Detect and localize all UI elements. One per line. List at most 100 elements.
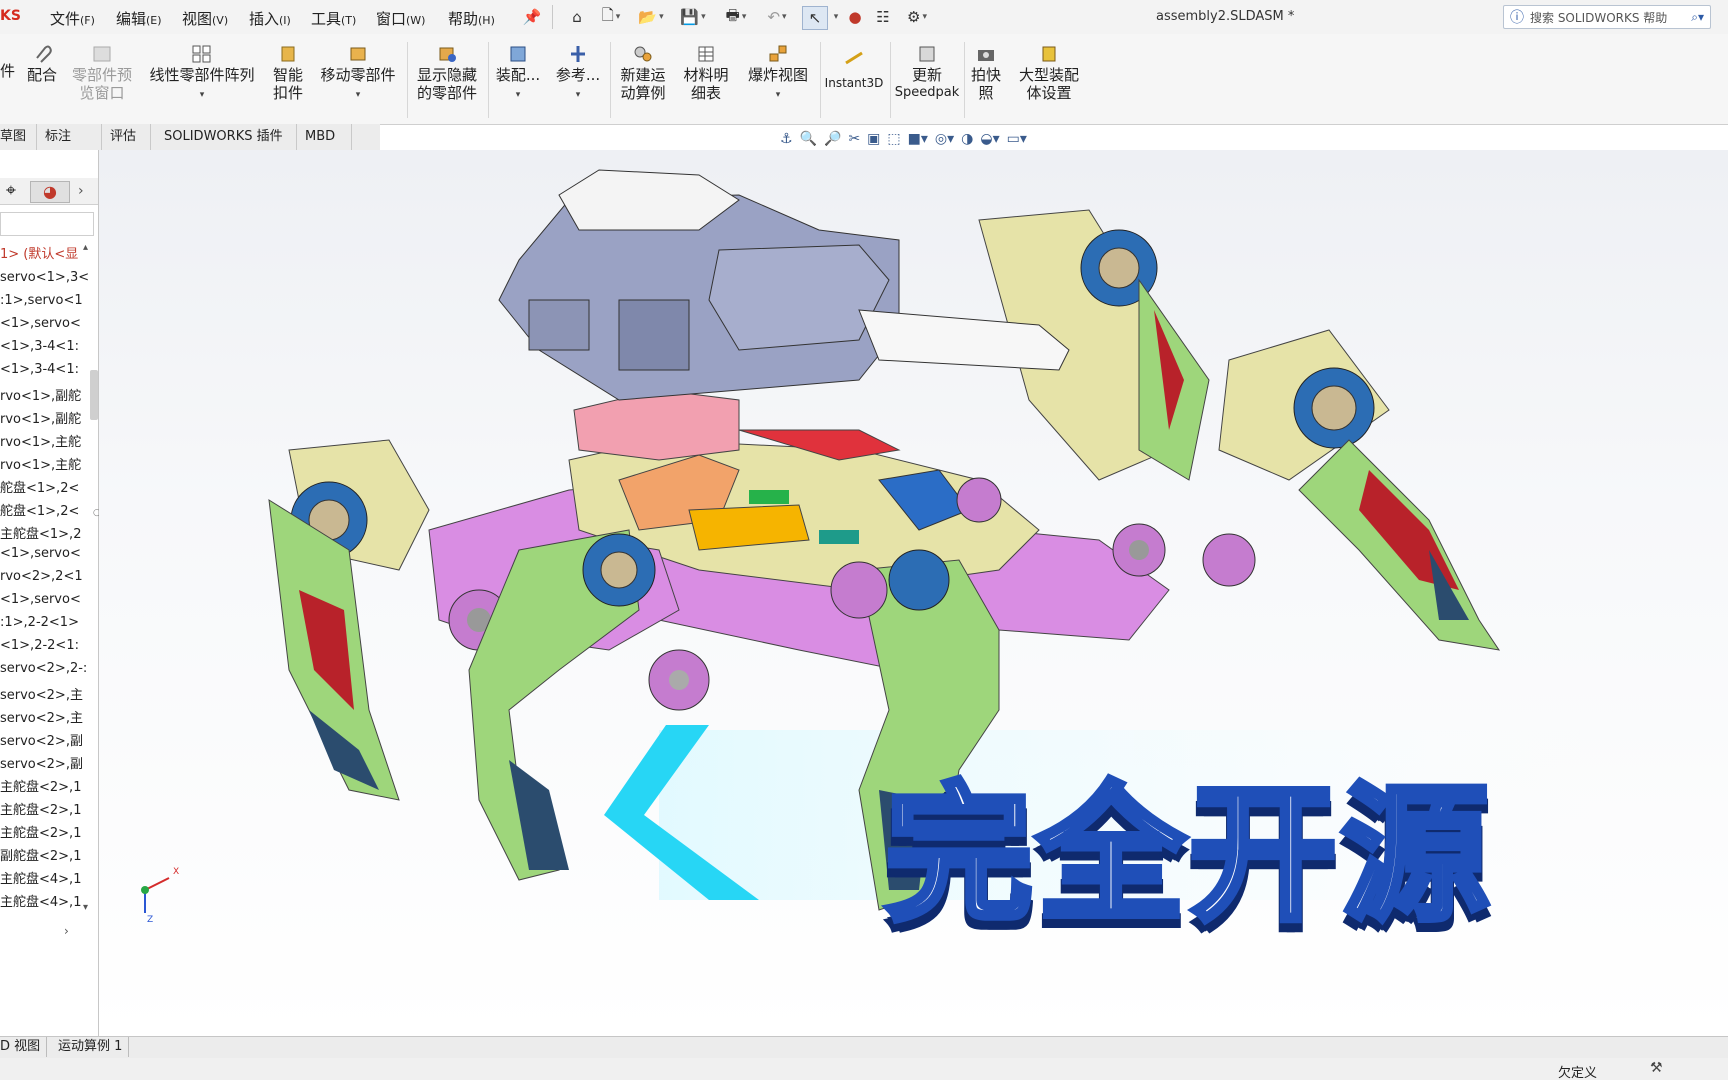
print-icon[interactable]: 🖶 ▾ bbox=[718, 6, 754, 28]
ribbon-new-motion-study-button[interactable]: 新建运动算例 bbox=[612, 44, 674, 102]
menu-view[interactable]: 视图(V) bbox=[182, 8, 228, 29]
tree-item[interactable]: 主舵盘<2>,1 bbox=[0, 776, 90, 795]
tree-item[interactable]: 主舵盘<4>,1 bbox=[0, 891, 90, 910]
chevron-down-icon[interactable]: ▾ bbox=[830, 6, 840, 28]
help-search-input[interactable]: ⓘ 搜索 SOLIDWORKS 帮助 ⌕▾ bbox=[1503, 5, 1711, 29]
apply-scene-icon[interactable]: ◒▾ bbox=[980, 131, 999, 147]
tab-mbd[interactable]: MBD bbox=[297, 124, 352, 150]
rebuild-status-icon[interactable]: ⚒ bbox=[1650, 1060, 1663, 1076]
tree-item[interactable]: <1>,servo< bbox=[0, 592, 90, 607]
hide-show-items-icon[interactable]: ◎▾ bbox=[935, 131, 954, 147]
ribbon-bill-of-materials-button[interactable]: 材料明细表 bbox=[677, 44, 735, 102]
tree-item[interactable]: servo<2>,主 bbox=[0, 707, 90, 726]
tree-item[interactable]: 主舵盘<4>,1 bbox=[0, 868, 90, 887]
rebuild-traffic-light-icon[interactable]: ● bbox=[846, 6, 864, 28]
dynamic-annotation-icon[interactable]: ▣ bbox=[867, 131, 880, 147]
tab-motion-study-1[interactable]: 运动算例 1 bbox=[52, 1037, 130, 1057]
tree-item[interactable]: servo<1>,3<1 bbox=[0, 270, 90, 285]
heads-up-view-toolbar: ⚓ 🔍 🔎 ✂ ▣ ⬚ ■▾ ◎▾ ◑ ◒▾ ▭▾ bbox=[780, 128, 1027, 150]
new-document-icon[interactable]: 🗋 ▾ bbox=[596, 6, 626, 28]
tree-item[interactable]: servo<2>,主 bbox=[0, 684, 90, 703]
tree-item[interactable]: rvo<1>,副舵 bbox=[0, 385, 90, 404]
ribbon-mate-button[interactable]: 配合 bbox=[20, 44, 64, 84]
menu-insert[interactable]: 插入(I) bbox=[249, 8, 291, 29]
tree-item[interactable]: 主舵盘<1>,2 bbox=[0, 523, 90, 542]
undo-icon[interactable]: ↶ ▾ bbox=[762, 6, 792, 28]
tree-item[interactable]: servo<2>,副 bbox=[0, 753, 90, 772]
ribbon-exploded-view-button[interactable]: 爆炸视图 ▾ bbox=[739, 44, 817, 104]
tree-item[interactable]: rvo<1>,副舵 bbox=[0, 408, 90, 427]
tab-markup[interactable]: 标注 bbox=[37, 124, 102, 150]
options-gear-icon[interactable]: ⚙ ▾ bbox=[900, 6, 934, 28]
ribbon-snapshot-button[interactable]: 拍快照 bbox=[966, 44, 1006, 102]
ribbon-instant3d-button[interactable]: Instant3D bbox=[822, 48, 886, 92]
tab-solidworks-addins[interactable]: SOLIDWORKS 插件 bbox=[156, 124, 297, 150]
config-manager-crosshair-icon[interactable]: ⌖ bbox=[0, 181, 22, 201]
display-style-icon[interactable]: ■▾ bbox=[908, 131, 928, 147]
menu-tools[interactable]: 工具(T) bbox=[311, 8, 356, 29]
ribbon-show-hidden-components-button[interactable]: 显示隐藏的零部件 bbox=[410, 44, 484, 102]
tree-item[interactable]: :1>,servo<1 bbox=[0, 293, 90, 308]
tree-item[interactable]: <1>,servo< bbox=[0, 546, 90, 561]
menu-help[interactable]: 帮助(H) bbox=[448, 8, 495, 29]
tree-item[interactable]: <1>,2-2<1: bbox=[0, 638, 90, 653]
tree-item[interactable]: :1>,2-2<1> bbox=[0, 615, 90, 630]
menu-edit[interactable]: 编辑(E) bbox=[116, 8, 162, 29]
tree-filter-input[interactable] bbox=[0, 212, 94, 236]
select-pointer-icon[interactable]: ↖ bbox=[802, 6, 828, 30]
tree-item[interactable]: 舵盘<1>,2< bbox=[0, 500, 90, 519]
previous-view-icon[interactable]: 🔎 bbox=[824, 131, 841, 147]
menu-file[interactable]: 文件(F) bbox=[50, 8, 95, 29]
tree-root-assembly[interactable]: 1> (默认<显 bbox=[0, 243, 86, 262]
tree-item[interactable]: rvo<2>,2<1 bbox=[0, 569, 90, 584]
tree-item[interactable]: 舵盘<1>,2< bbox=[0, 477, 90, 496]
scroll-down-arrow-icon[interactable]: ▾ bbox=[83, 902, 88, 913]
preview-window-icon bbox=[93, 46, 111, 62]
ribbon-smart-fasteners-button[interactable]: 智能扣件 bbox=[268, 44, 308, 102]
view-orientation-icon[interactable]: ⬚ bbox=[887, 131, 900, 147]
tree-item[interactable]: rvo<1>,主舵 bbox=[0, 431, 90, 450]
ribbon-insert-components-button[interactable]: 件 bbox=[0, 62, 15, 80]
section-view-icon[interactable]: ✂ bbox=[848, 131, 860, 147]
turret-gun[interactable] bbox=[498, 169, 1070, 461]
ribbon-update-speedpak-button[interactable]: 更新 Speedpak bbox=[892, 44, 962, 102]
tree-item[interactable]: 主舵盘<2>,1 bbox=[0, 822, 90, 841]
tree-item[interactable]: 主舵盘<2>,1 bbox=[0, 799, 90, 818]
menu-window[interactable]: 窗口(W) bbox=[376, 8, 425, 29]
display-manager-pie-icon[interactable]: ◕ bbox=[30, 181, 70, 203]
scroll-up-arrow-icon[interactable]: ▴ bbox=[83, 242, 88, 253]
ribbon-linear-pattern-button[interactable]: 线性零部件阵列 ▾ bbox=[143, 44, 261, 104]
right-front-leg[interactable] bbox=[1218, 329, 1501, 651]
file-properties-icon[interactable]: ☷ bbox=[872, 6, 894, 28]
scroll-right-arrow-icon[interactable]: › bbox=[64, 924, 69, 938]
tree-item[interactable]: servo<2>,副 bbox=[0, 730, 90, 749]
tree-item[interactable]: <1>,3-4<1: bbox=[0, 339, 90, 354]
question-icon[interactable]: ⓘ bbox=[1510, 7, 1524, 27]
home-icon[interactable]: ⌂ bbox=[566, 6, 588, 28]
zoom-to-fit-icon[interactable]: ⚓ bbox=[780, 131, 793, 147]
tree-item[interactable]: <1>,3-4<1: bbox=[0, 362, 90, 377]
ribbon-large-assembly-settings-button[interactable]: 大型装配体设置 bbox=[1010, 44, 1088, 102]
panel-expand-chevron-icon[interactable]: › bbox=[78, 181, 92, 201]
ribbon-component-preview-button[interactable]: 零部件预览窗口 bbox=[66, 44, 138, 102]
search-icon[interactable]: ⌕▾ bbox=[1691, 10, 1704, 25]
tab-3d-view[interactable]: D 视图 bbox=[0, 1037, 48, 1057]
zoom-to-area-icon[interactable]: 🔍 bbox=[800, 131, 817, 147]
tree-item[interactable]: servo<2>,2-: bbox=[0, 661, 90, 676]
tab-evaluate[interactable]: 评估 bbox=[102, 124, 151, 150]
edit-appearance-icon[interactable]: ◑ bbox=[961, 131, 973, 147]
tab-sketch[interactable]: 草图 bbox=[0, 124, 37, 150]
svg-text:Z: Z bbox=[147, 915, 153, 925]
ribbon-reference-geometry-button[interactable]: 参考... ▾ bbox=[550, 44, 606, 104]
tree-item[interactable]: rvo<1>,主舵 bbox=[0, 454, 90, 473]
view-settings-icon[interactable]: ▭▾ bbox=[1007, 131, 1027, 147]
tree-item[interactable]: <1>,servo< bbox=[0, 316, 90, 331]
save-icon[interactable]: 💾 ▾ bbox=[676, 6, 710, 28]
tree-item[interactable]: 副舵盘<2>,1 bbox=[0, 845, 90, 864]
ribbon-move-component-button[interactable]: 移动零部件 ▾ bbox=[312, 44, 404, 104]
tree-scrollbar-thumb[interactable] bbox=[90, 370, 98, 420]
open-folder-icon[interactable]: 📂 ▾ bbox=[634, 6, 668, 28]
left-rear-leg[interactable] bbox=[268, 439, 430, 801]
pin-icon[interactable]: 📌 bbox=[523, 6, 542, 28]
ribbon-assembly-features-button[interactable]: 装配... ▾ bbox=[490, 44, 546, 104]
